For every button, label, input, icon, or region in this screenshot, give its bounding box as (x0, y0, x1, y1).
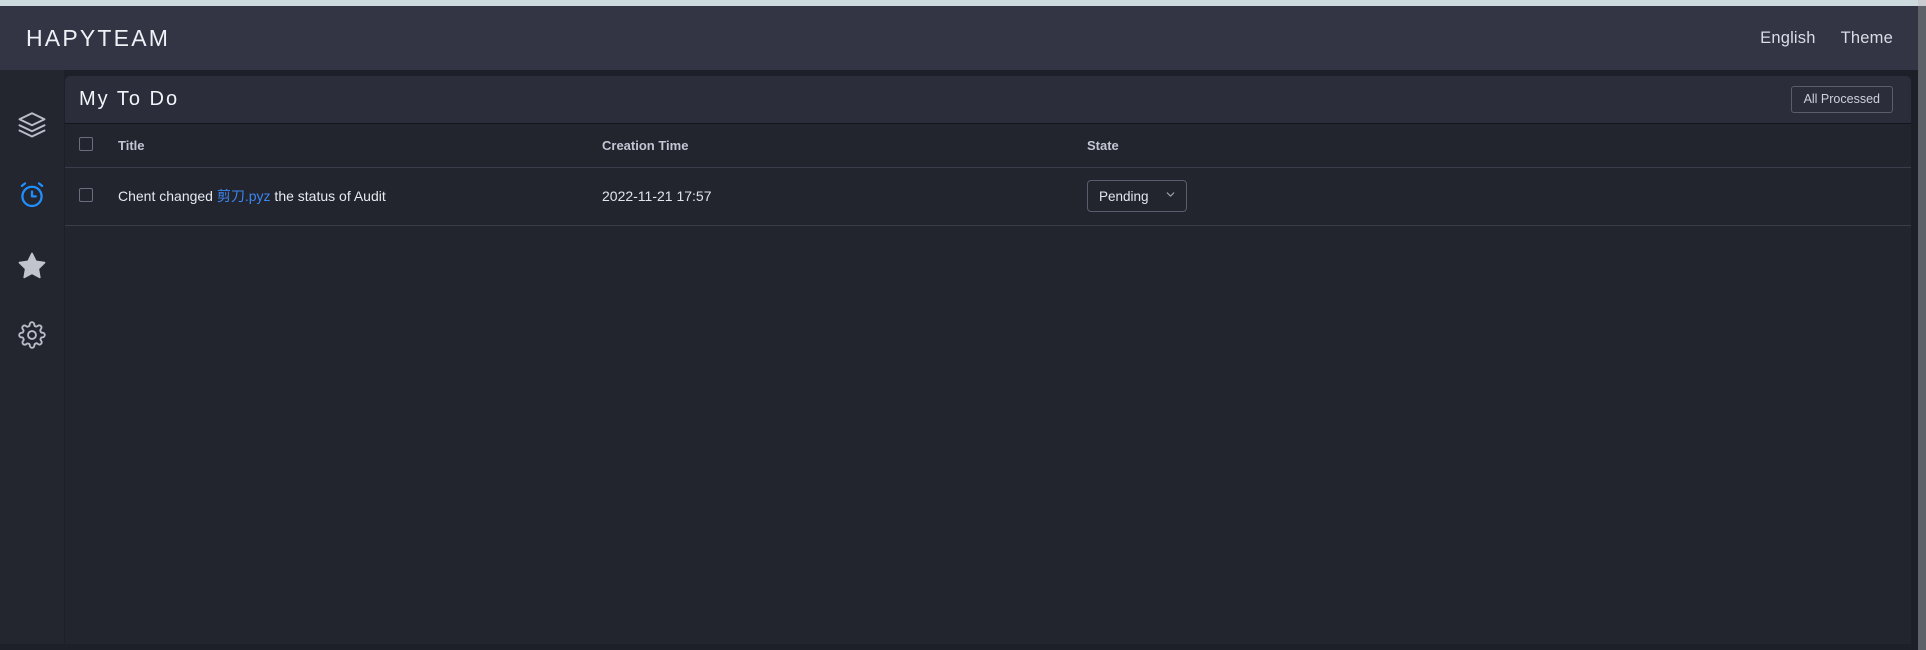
topbar-actions: English Theme (1760, 29, 1893, 48)
table-header: Title Creation Time State (65, 124, 1911, 168)
table-row[interactable]: Chent changed 剪刀.pyz the status of Audit… (65, 167, 1911, 226)
app-brand-logo: HAPYTEAM (26, 24, 171, 51)
row-select-cell (65, 167, 117, 226)
row-creation-time-cell: 2022-11-21 17:57 (602, 167, 1087, 226)
alarm-clock-icon (16, 179, 48, 211)
table-body: Chent changed 剪刀.pyz the status of Audit… (65, 167, 1911, 226)
column-header-state[interactable]: State (1087, 124, 1911, 168)
sidebar-item-layers[interactable] (0, 90, 64, 160)
state-dropdown[interactable]: Pending (1087, 180, 1187, 212)
column-header-creation-time[interactable]: Creation Time (602, 124, 1087, 168)
star-icon (17, 250, 47, 280)
horizontal-scrollbar-track[interactable] (0, 644, 1918, 650)
top-bar: HAPYTEAM English Theme (0, 6, 1918, 70)
row-title-suffix: the status of Audit (270, 188, 386, 204)
chevron-down-icon (1164, 188, 1177, 204)
row-creation-time: 2022-11-21 17:57 (602, 188, 712, 204)
language-link[interactable]: English (1760, 29, 1816, 48)
select-all-checkbox[interactable] (79, 136, 93, 151)
row-select-checkbox[interactable] (79, 187, 93, 202)
state-dropdown-value: Pending (1099, 188, 1149, 204)
all-processed-button[interactable]: All Processed (1790, 86, 1893, 113)
gear-icon (18, 321, 46, 349)
vertical-scrollbar-thumb[interactable] (1918, 0, 1926, 6)
todo-card-panel: My To Do All Processed Title Creation Ti… (65, 76, 1911, 646)
todo-table: Title Creation Time State Chent changed … (65, 124, 1911, 226)
sidebar-item-todo[interactable] (0, 160, 64, 230)
layers-icon (17, 110, 47, 140)
table-header-row: Title Creation Time State (65, 124, 1911, 168)
page-title: My To Do (79, 88, 180, 110)
select-all-header (65, 124, 117, 168)
row-title-cell: Chent changed 剪刀.pyz the status of Audit (117, 167, 602, 226)
row-file-link[interactable]: 剪刀.pyz (217, 188, 271, 204)
row-state-cell: Pending (1087, 167, 1911, 226)
sidebar-navigation (0, 70, 64, 650)
vertical-scrollbar-track[interactable] (1918, 0, 1926, 650)
sidebar-item-favorites[interactable] (0, 230, 64, 300)
column-header-title[interactable]: Title (117, 124, 602, 168)
row-title-prefix: Chent changed (118, 188, 217, 204)
application-window: HAPYTEAM English Theme My To Do All Proc… (0, 6, 1918, 650)
theme-link[interactable]: Theme (1841, 29, 1893, 48)
sidebar-item-settings[interactable] (0, 300, 64, 370)
main-content-area: My To Do All Processed Title Creation Ti… (64, 70, 1918, 650)
card-header: My To Do All Processed (65, 76, 1911, 124)
